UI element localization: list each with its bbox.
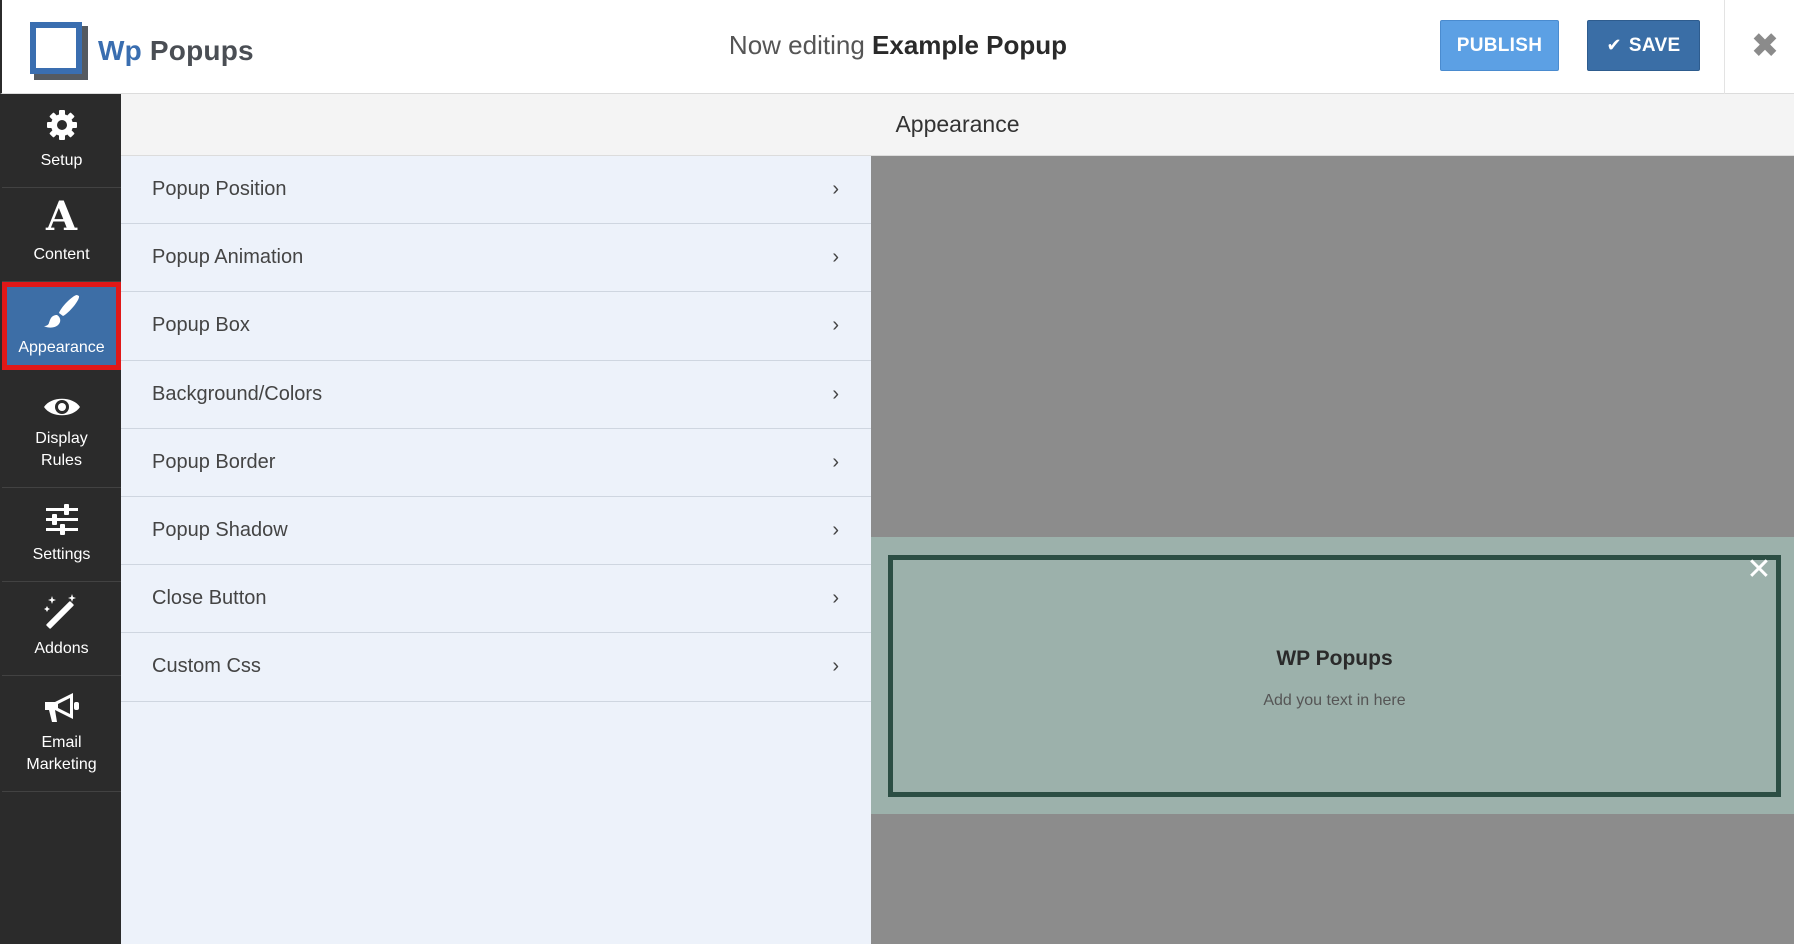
sidebar-item-email-marketing[interactable]: Email Marketing: [2, 676, 121, 792]
popup-close-icon[interactable]: ✕: [1744, 553, 1774, 586]
save-button[interactable]: ✔ SAVE: [1587, 20, 1700, 71]
sidebar-label-appearance: Appearance: [18, 339, 105, 356]
sidebar-label-content: Content: [33, 246, 90, 263]
sidebar-label-setup: Setup: [40, 152, 83, 169]
option-custom-css[interactable]: Custom Css ›: [121, 633, 871, 702]
option-label: Close Button: [152, 587, 267, 610]
option-label: Popup Position: [152, 178, 287, 201]
chevron-right-icon: ›: [832, 587, 839, 610]
eye-icon: [43, 388, 81, 420]
editing-prefix: Now editing: [728, 30, 865, 60]
sidebar-item-content[interactable]: A Content: [2, 188, 121, 282]
option-popup-shadow[interactable]: Popup Shadow ›: [121, 497, 871, 566]
popup-preview-area: WP Popups Add you text in here ✕: [871, 156, 1794, 944]
logo-popups: Popups: [149, 35, 254, 66]
option-label: Custom Css: [152, 655, 261, 678]
logo: Wp Popups: [30, 22, 254, 80]
top-header: Wp Popups Now editing Example Popup PUBL…: [0, 0, 1794, 94]
sidebar-label-email-marketing: Email Marketing: [26, 734, 97, 773]
sidebar-item-addons[interactable]: Addons: [2, 582, 121, 676]
popup-overlay-band: WP Popups Add you text in here ✕: [871, 537, 1794, 814]
publish-label: PUBLISH: [1456, 34, 1543, 56]
sidebar-item-appearance[interactable]: Appearance: [2, 282, 121, 370]
popup-text: Add you text in here: [1263, 691, 1406, 709]
option-label: Background/Colors: [152, 382, 323, 405]
font-a-icon: A: [45, 193, 78, 240]
option-popup-animation[interactable]: Popup Animation ›: [121, 224, 871, 293]
option-popup-position[interactable]: Popup Position ›: [121, 156, 871, 225]
save-label: SAVE: [1628, 34, 1681, 56]
sidebar-label-settings: Settings: [32, 546, 91, 563]
option-popup-border[interactable]: Popup Border ›: [121, 429, 871, 497]
sidebar-item-setup[interactable]: Setup: [2, 94, 121, 188]
sidebar-item-settings[interactable]: Settings: [2, 488, 121, 582]
option-label: Popup Box: [152, 314, 250, 337]
popup-title: WP Popups: [1276, 646, 1393, 670]
left-sidebar: Setup A Content Appearance Display Rules: [0, 94, 121, 944]
close-editor-icon[interactable]: ✖: [1734, 22, 1794, 70]
chevron-right-icon: ›: [832, 246, 839, 269]
paintbrush-icon: [43, 291, 81, 329]
publish-button[interactable]: PUBLISH: [1440, 20, 1559, 71]
logo-text: Wp Popups: [98, 35, 254, 67]
option-background-colors[interactable]: Background/Colors ›: [121, 361, 871, 429]
chevron-right-icon: ›: [832, 382, 839, 405]
option-close-button[interactable]: Close Button ›: [121, 565, 871, 634]
gear-icon: [45, 104, 79, 142]
sidebar-label-addons: Addons: [34, 640, 89, 657]
sidebar-label-display-rules: Display Rules: [35, 430, 88, 469]
chevron-right-icon: ›: [832, 519, 839, 542]
panel-title: Appearance: [121, 94, 1794, 156]
sliders-icon: [45, 502, 79, 536]
popup-name: Example Popup: [872, 30, 1068, 60]
panel-title-text: Appearance: [895, 111, 1020, 137]
sidebar-item-display-rules[interactable]: Display Rules: [2, 376, 121, 488]
header-divider: [1724, 0, 1725, 94]
chevron-right-icon: ›: [832, 178, 839, 201]
option-label: Popup Animation: [152, 246, 304, 269]
chevron-right-icon: ›: [832, 450, 839, 473]
checkmark-icon: ✔: [1606, 35, 1622, 55]
magic-wand-icon: [43, 594, 80, 630]
megaphone-icon: [43, 690, 81, 724]
chevron-right-icon: ›: [832, 655, 839, 678]
logo-wp: Wp: [98, 35, 142, 66]
option-label: Popup Shadow: [152, 519, 288, 542]
popup-box: WP Popups Add you text in here ✕: [888, 553, 1781, 797]
logo-mark-icon: [30, 22, 88, 80]
chevron-right-icon: ›: [832, 314, 839, 337]
option-popup-box[interactable]: Popup Box ›: [121, 292, 871, 361]
appearance-options-list: Popup Position › Popup Animation › Popup…: [121, 156, 871, 944]
option-label: Popup Border: [152, 450, 276, 473]
